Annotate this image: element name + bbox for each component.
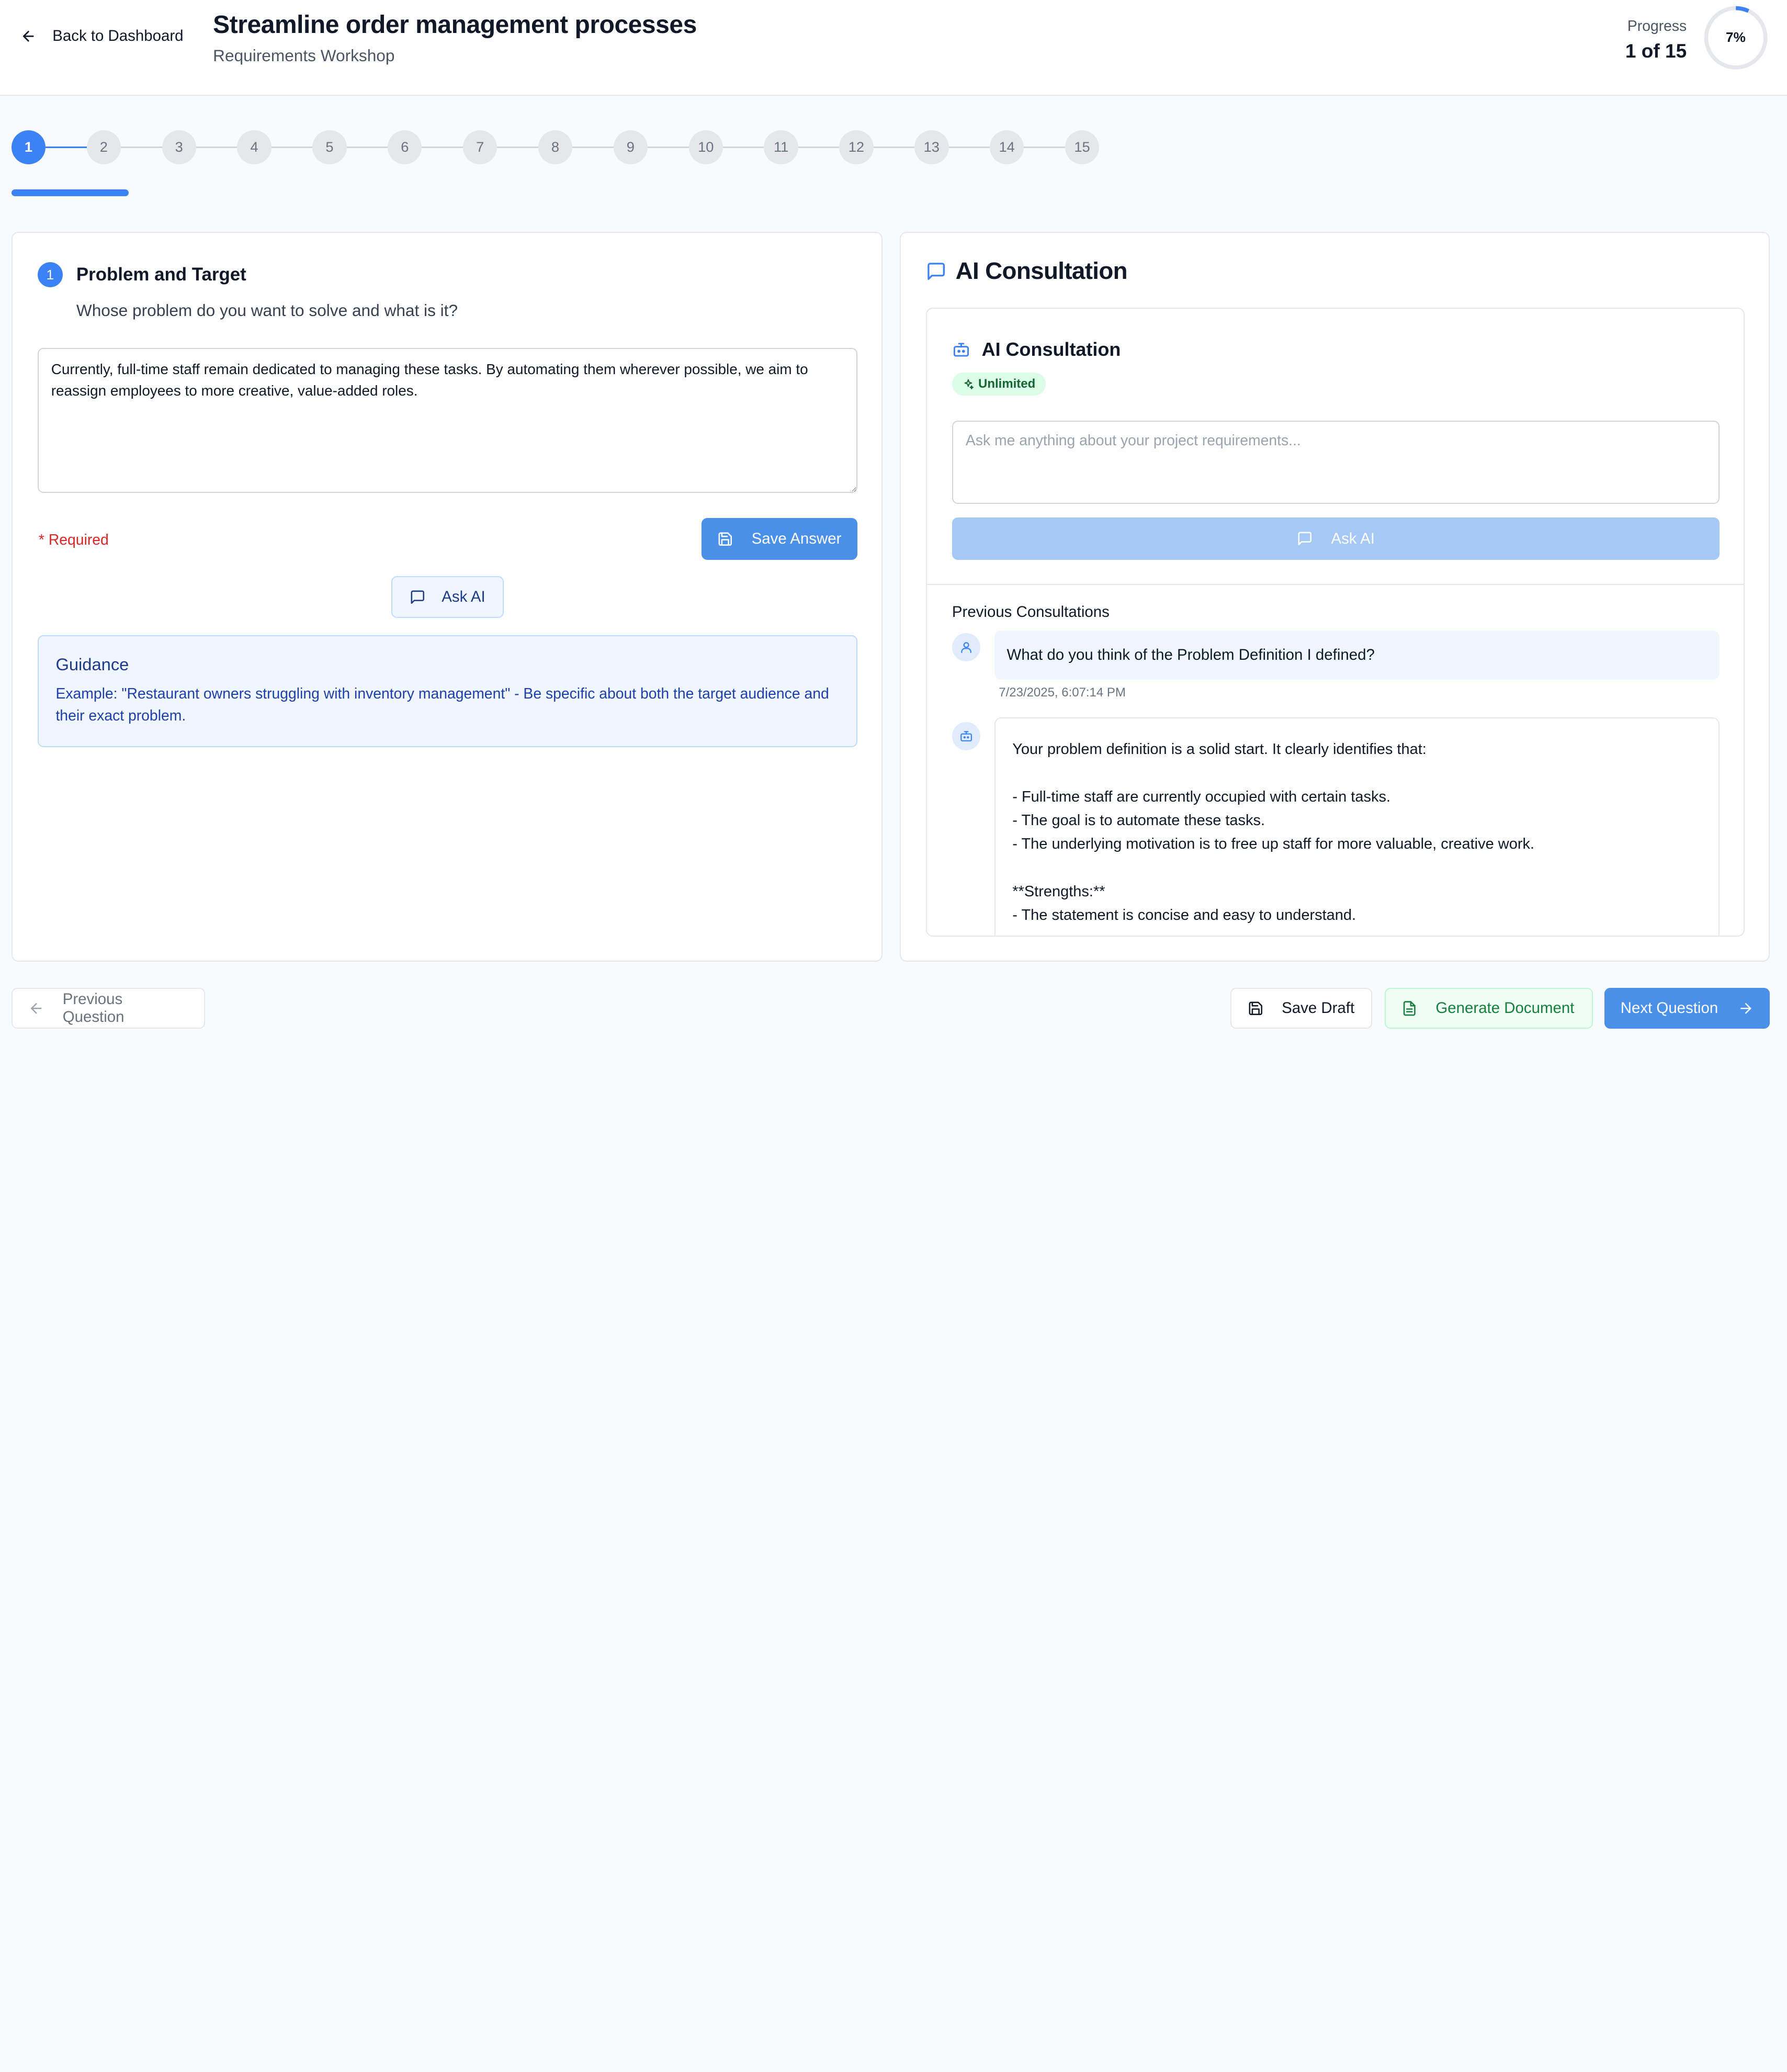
step-14[interactable]: 14 <box>989 130 1024 164</box>
ai-question-input[interactable] <box>952 421 1720 504</box>
progress-text: Progress 1 of 15 <box>1625 18 1687 62</box>
step-connector <box>196 146 237 148</box>
message-square-icon <box>1298 532 1312 546</box>
step-connector <box>648 146 689 148</box>
title-block: Streamline order management processes Re… <box>213 10 697 65</box>
sparkles-icon <box>964 379 974 390</box>
previous-question-label: Previous Question <box>62 990 125 1026</box>
user-avatar <box>952 633 981 662</box>
previous-consultations-title: Previous Consultations <box>952 603 1110 621</box>
step-connector <box>873 146 915 148</box>
question-panel: 1 Problem and Target Whose problem do yo… <box>11 231 883 962</box>
save-icon <box>1249 1001 1262 1015</box>
bot-icon <box>953 342 969 357</box>
step-11[interactable]: 11 <box>764 130 798 164</box>
guidance-text: Example: "Restaurant owners struggling w… <box>55 685 829 724</box>
ai-card-header: AI Consultation <box>952 339 1121 361</box>
step-9[interactable]: 9 <box>613 130 648 164</box>
unlimited-label: Unlimited <box>978 377 1036 391</box>
page-subtitle: Requirements Workshop <box>213 46 395 65</box>
save-answer-label: Save Answer <box>751 530 842 547</box>
step-connector <box>798 146 840 148</box>
question-number-badge: 1 <box>37 262 63 288</box>
ask-ai-submit-label: Ask AI <box>1331 530 1375 547</box>
ai-avatar <box>952 722 981 751</box>
progress-bar-fill <box>11 189 129 196</box>
step-connector <box>722 146 764 148</box>
back-to-dashboard-button[interactable]: Back to Dashboard <box>20 27 184 45</box>
step-6[interactable]: 6 <box>388 130 422 164</box>
step-connector <box>572 146 614 148</box>
ai-panel-header: AI Consultation <box>926 257 1128 285</box>
step-3[interactable]: 3 <box>162 130 196 164</box>
guidance-title: Guidance <box>55 654 129 674</box>
progress-indicator: Progress 1 of 15 7% <box>1625 5 1769 71</box>
file-text-icon <box>1403 1001 1416 1016</box>
arrow-left-icon <box>23 31 34 42</box>
step-12[interactable]: 12 <box>839 130 874 164</box>
answer-textarea[interactable]: Currently, full-time staff remain dedica… <box>37 347 858 493</box>
arrow-right-icon <box>1740 1003 1751 1014</box>
save-answer-button[interactable]: Save Answer <box>701 517 858 560</box>
step-2[interactable]: 2 <box>86 130 121 164</box>
step-4[interactable]: 4 <box>237 130 272 164</box>
user-icon <box>961 641 971 653</box>
message-timestamp: 7/23/2025, 6:07:14 PM <box>999 685 1126 700</box>
ai-card-title: AI Consultation <box>981 339 1121 361</box>
step-connector <box>422 146 463 148</box>
question-header: 1 Problem and Target <box>37 262 246 288</box>
step-5[interactable]: 5 <box>312 130 347 164</box>
ai-panel-title: AI Consultation <box>955 257 1128 285</box>
generate-document-button[interactable]: Generate Document <box>1384 987 1593 1029</box>
unlimited-badge: Unlimited <box>952 373 1046 396</box>
step-connector <box>271 146 313 148</box>
step-connector <box>346 146 388 148</box>
arrow-left-icon <box>31 1003 42 1014</box>
previous-question-button[interactable]: Previous Question <box>11 987 206 1029</box>
back-label: Back to Dashboard <box>52 27 184 45</box>
save-icon <box>718 532 732 546</box>
step-15[interactable]: 15 <box>1065 130 1100 164</box>
question-text: Whose problem do you want to solve and w… <box>76 301 458 320</box>
ask-ai-label: Ask AI <box>442 588 485 606</box>
save-draft-button[interactable]: Save Draft <box>1230 987 1372 1029</box>
bot-icon <box>960 731 972 741</box>
progress-percent: 7% <box>1726 29 1746 46</box>
progress-label: Progress <box>1627 17 1687 35</box>
user-message: What do you think of the Problem Definit… <box>994 630 1720 680</box>
step-connector <box>948 146 990 148</box>
step-1[interactable]: 1 <box>11 130 46 164</box>
required-label: * Required <box>38 531 109 548</box>
divider <box>926 583 1744 585</box>
step-13[interactable]: 13 <box>914 130 949 164</box>
step-connector <box>1024 146 1065 148</box>
question-stepper: 1 2 3 4 5 6 7 8 9 10 11 12 13 14 15 <box>11 130 1100 164</box>
step-7[interactable]: 7 <box>462 130 497 164</box>
ask-ai-submit-button[interactable]: Ask AI <box>952 517 1720 560</box>
save-draft-label: Save Draft <box>1282 999 1355 1017</box>
step-connector <box>121 146 162 148</box>
message-square-icon <box>411 590 425 604</box>
next-question-button[interactable]: Next Question <box>1604 987 1770 1029</box>
step-connector <box>497 146 538 148</box>
ai-response-message: Your problem definition is a solid start… <box>994 717 1720 936</box>
header: Back to Dashboard Streamline order manag… <box>0 0 1787 96</box>
step-10[interactable]: 10 <box>688 130 723 164</box>
generate-document-label: Generate Document <box>1435 999 1575 1017</box>
ai-consultation-panel: AI Consultation AI Consultation Unlimite… <box>900 231 1770 962</box>
step-connector <box>46 146 87 148</box>
message-square-icon <box>928 263 945 280</box>
question-title: Problem and Target <box>76 264 246 285</box>
guidance-box: Guidance Example: "Restaurant owners str… <box>37 635 858 747</box>
step-8[interactable]: 8 <box>538 130 573 164</box>
ask-ai-button[interactable]: Ask AI <box>391 576 504 618</box>
page-title: Streamline order management processes <box>213 10 697 39</box>
progress-ring: 7% <box>1703 5 1769 71</box>
next-question-label: Next Question <box>1620 999 1718 1017</box>
progress-bar <box>11 189 1769 196</box>
progress-count: 1 of 15 <box>1625 39 1687 62</box>
ai-consultation-card: AI Consultation Unlimited Ask AI Previou… <box>925 308 1745 937</box>
page: Back to Dashboard Streamline order manag… <box>0 0 1787 1035</box>
